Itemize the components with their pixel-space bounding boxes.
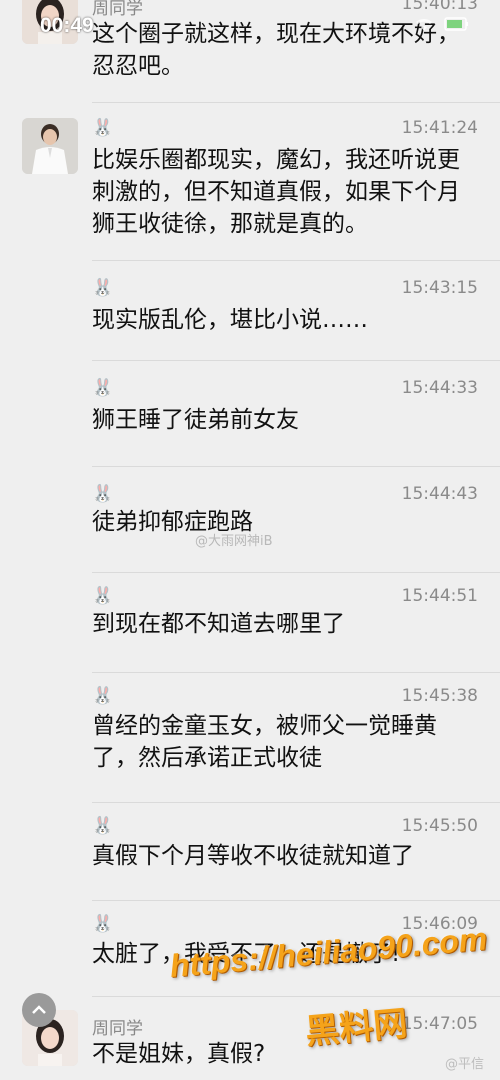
sender-name: 周同学: [92, 0, 143, 19]
message-text: 不是姐妹，真假?: [92, 1041, 266, 1067]
bunny-icon: 🐰: [92, 816, 114, 836]
message-time: 15:44:33: [401, 378, 478, 398]
bunny-icon: 🐰: [92, 686, 114, 706]
message-text: 曾经的金童玉女，被师父一觉睡黄了，然后承诺正式收徒: [92, 713, 437, 771]
divider: [92, 996, 500, 997]
avatar[interactable]: [22, 118, 78, 174]
scroll-up-button[interactable]: [22, 993, 56, 1027]
status-icons: [414, 16, 470, 36]
message-time: 15:40:13: [401, 0, 478, 14]
bunny-icon: 🐰: [92, 118, 114, 138]
sender-name: 周同学: [92, 1019, 143, 1039]
scroll-up-icon: [32, 1005, 46, 1014]
wifi-icon: [414, 16, 434, 36]
divider: [92, 360, 500, 361]
status-bar-time: 00:49: [40, 14, 94, 37]
bunny-icon: 🐰: [92, 586, 114, 606]
message-time: 15:44:43: [401, 484, 478, 504]
message-text: 徒弟抑郁症跑路: [92, 509, 253, 535]
message-time: 15:45:50: [401, 816, 478, 836]
divider: [92, 802, 500, 803]
message-time: 15:45:38: [401, 686, 478, 706]
message-text: 狮王睡了徒弟前女友: [92, 407, 299, 433]
corner-watermark: @平信: [444, 1057, 484, 1072]
brand-watermark-name: 黑料网: [303, 1003, 409, 1053]
divider: [92, 466, 500, 467]
bunny-icon: 🐰: [92, 278, 114, 298]
message-text: 比娱乐圈都现实，魔幻，我还听说更刺激的，但不知道真假，如果下个月狮王收徒徐，那就…: [92, 147, 460, 237]
divider: [92, 102, 500, 103]
divider: [92, 672, 500, 673]
divider: [92, 260, 500, 261]
message-time: 15:47:05: [401, 1014, 478, 1034]
message-text: 到现在都不知道去哪里了: [92, 611, 345, 637]
divider: [92, 572, 500, 573]
divider: [92, 900, 500, 901]
center-watermark: @大雨网神iB: [195, 534, 273, 549]
message-time: 15:41:24: [401, 118, 478, 138]
message-time: 15:43:15: [401, 278, 478, 298]
brand-watermark-url: https://heiliao90.com: [168, 920, 489, 984]
bunny-icon: 🐰: [92, 484, 114, 504]
bunny-icon: 🐰: [92, 378, 114, 398]
bunny-icon: 🐰: [92, 914, 114, 934]
message-text: 真假下个月等收不收徒就知道了: [92, 843, 414, 869]
message-text: 现实版乱伦，堪比小说……: [92, 307, 368, 333]
message-time: 15:44:51: [401, 586, 478, 606]
battery-icon: [444, 16, 470, 36]
